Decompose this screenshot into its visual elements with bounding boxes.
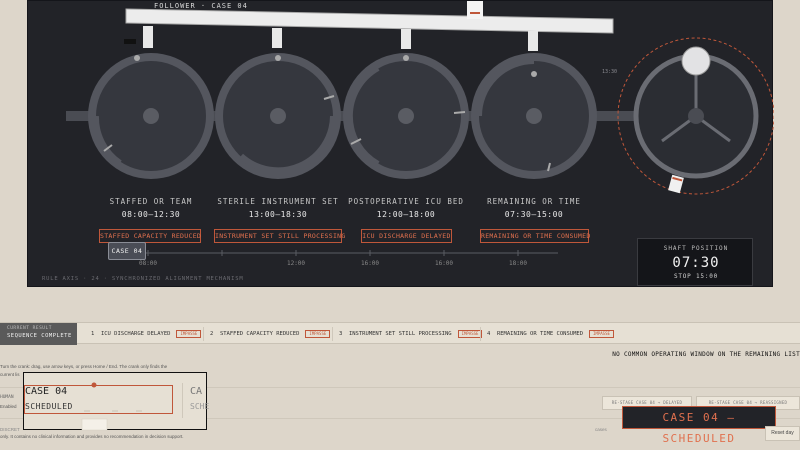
human-sub: Enabled (0, 404, 17, 409)
sequence-item-num: 2 (210, 331, 214, 337)
zoom-case-label: CASE 04 (25, 386, 68, 397)
sequence-item-tag: IMPASSE (176, 330, 202, 338)
sequence-item-1: 1 ICU DISCHARGE DELAYED IMPASSE (91, 330, 202, 338)
cam-status-4: REMAINING OR TIME CONSUMED (480, 229, 590, 243)
zoom-ghost-case: CA (190, 386, 203, 397)
human-label: HUMAN (0, 395, 14, 400)
cam-3 (343, 53, 469, 179)
sequence-item-num: 3 (339, 331, 343, 337)
crank-dial[interactable] (617, 37, 774, 195)
cam-1 (88, 53, 214, 179)
sequence-item-2: 2 STAFFED CAPACITY REDUCED IMPASSE (210, 330, 331, 338)
sequence-bar: CURRENT RESULT SEQUENCE COMPLETE 1 ICU D… (0, 322, 800, 345)
sequence-item-text: STAFFED CAPACITY REDUCED (219, 331, 300, 337)
cam-status-1: STAFFED CAPACITY REDUCED (99, 229, 201, 243)
zoom-state-label: SCHEDULED (25, 402, 73, 411)
reset-day-button[interactable]: Reset day (765, 426, 800, 441)
sequence-item-tag: IMPASSE (457, 330, 483, 338)
dial-label: 13:30 (602, 69, 618, 75)
follower-label: FOLLOWER · CASE 04 (154, 2, 248, 10)
sequence-item-text: REMAINING OR TIME CONSUMED (496, 331, 584, 337)
sequence-separator (203, 327, 204, 341)
no-window-message: NO COMMON OPERATING WINDOW ON THE REMAIN… (612, 351, 800, 358)
shaft-position-readout: SHAFT POSITION 07:30 STOP 15:00 (637, 238, 753, 286)
sequence-item-4: 4 REMAINING OR TIME CONSUMED IMPASSE (487, 330, 614, 338)
sequence-item-tag: IMPASSE (589, 330, 614, 338)
timeline-tick-4: 16:00 (434, 260, 454, 267)
shaft-time: 07:30 (672, 255, 720, 271)
status-banner: CASE 04 — SCHEDULED (622, 406, 776, 445)
disclaimer-right: cases (595, 427, 607, 432)
cam-2 (215, 53, 341, 179)
sequence-head-small: CURRENT RESULT (7, 326, 52, 331)
shaft-title: SHAFT POSITION (663, 245, 729, 252)
disclaimer-line-2: only. It contains no clinical informatio… (0, 434, 184, 439)
timeline-tick-1: 08:00 (138, 260, 158, 267)
timeline (138, 250, 558, 256)
timeline-tick-2: 12:00 (286, 260, 306, 267)
sequence-item-text: INSTRUMENT SET STILL PROCESSING (348, 331, 452, 337)
cam-time-4: 07:30–15:00 (504, 210, 564, 219)
sequence-separator (332, 327, 333, 341)
timeline-tick-5: 18:00 (508, 260, 528, 267)
cam-label-4: REMAINING OR TIME (487, 197, 581, 206)
sequence-head-title: SEQUENCE COMPLETE (7, 333, 72, 339)
sequence-item-num: 1 (91, 331, 95, 337)
axis-caption: RULE AXIS · 24 · SYNCHRONIZED ALIGNMENT … (42, 276, 244, 282)
zoom-separator (182, 383, 183, 418)
sequence-head: CURRENT RESULT SEQUENCE COMPLETE (0, 323, 77, 345)
zoom-ghost-state: SCHE (190, 402, 210, 411)
sequence-item-num: 4 (487, 331, 491, 337)
shaft-stop: STOP 15:00 (673, 273, 719, 280)
cam-4 (471, 53, 597, 179)
sequence-item-3: 3 INSTRUMENT SET STILL PROCESSING IMPASSE (339, 330, 483, 338)
timeline-tick-3: 16:00 (360, 260, 380, 267)
instructions-line-2: current lis (0, 372, 20, 377)
disclaimer-line-1: DISCRET (0, 427, 20, 432)
sequence-item-text: ICU DISCHARGE DELAYED (100, 331, 171, 337)
cam-status-2: INSTRUMENT SET STILL PROCESSING (214, 229, 345, 243)
case-chip[interactable]: CASE 04 (108, 242, 146, 260)
case-card-zoom[interactable]: CASE 04 SCHEDULED CA SCHE (23, 372, 210, 431)
cam-status-3: ICU DISCHARGE DELAYED (361, 229, 452, 243)
sequence-separator (480, 327, 481, 341)
sequence-item-tag: IMPASSE (305, 330, 331, 338)
instructions-line-1: Turn the crank: drag, use arrow keys, or… (0, 364, 168, 369)
